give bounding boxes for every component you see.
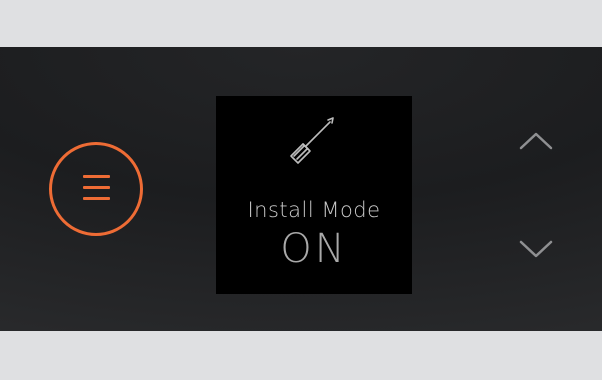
screwdriver-icon (290, 117, 334, 164)
chevron-down-icon[interactable] (518, 238, 554, 260)
menu-icon (83, 175, 110, 203)
mode-title: Install Mode (247, 198, 381, 222)
menu-button[interactable] (49, 142, 143, 236)
thermostat-panel: Install Mode ON (0, 47, 602, 331)
mode-state: ON (280, 226, 348, 272)
chevron-up-icon[interactable] (518, 130, 554, 152)
display-screen: Install Mode ON (216, 96, 412, 294)
